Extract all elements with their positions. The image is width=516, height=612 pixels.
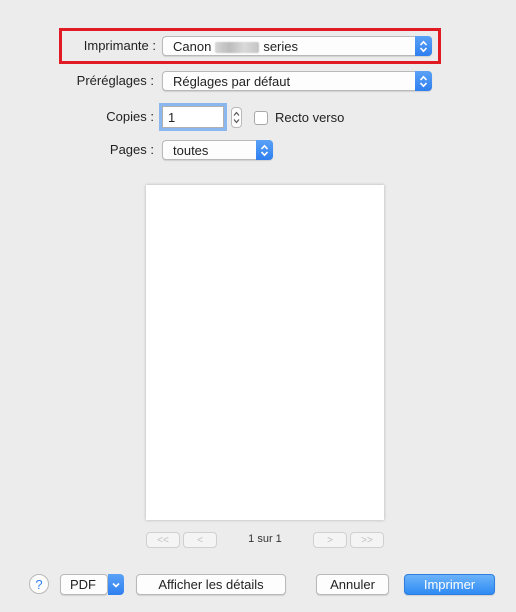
stepper-arrows-icon [233,111,240,124]
presets-select[interactable]: Réglages par défaut [162,71,432,91]
help-button[interactable]: ? [29,574,49,594]
pdf-button[interactable]: PDF [60,574,108,595]
pages-value: toutes [173,143,209,158]
help-icon: ? [35,576,43,592]
printer-select[interactable]: Canon series [162,36,432,56]
first-page-button[interactable]: << [146,532,180,548]
show-details-button[interactable]: Afficher les détails [136,574,286,595]
print-dialog: { "printer": { "label": "Imprimante :", … [0,0,516,612]
last-page-button[interactable]: >> [350,532,384,548]
preview-navigation: << < 1 sur 1 > >> [146,532,384,550]
presets-label: Préréglages : [76,73,154,88]
copies-label: Copies : [106,109,154,124]
cancel-button[interactable]: Annuler [316,574,389,595]
pages-select[interactable]: toutes [162,140,273,160]
pdf-menu-arrow-icon[interactable] [108,574,124,595]
updown-arrows-icon [415,36,432,56]
page-preview [146,185,384,520]
updown-arrows-icon [415,71,432,91]
copies-value: 1 [168,110,176,125]
previous-page-button[interactable]: < [183,532,217,548]
duplex-label[interactable]: Recto verso [275,110,344,125]
duplex-checkbox[interactable] [254,111,268,125]
pages-label: Pages : [109,142,154,157]
pdf-label: PDF [70,577,96,592]
presets-value: Réglages par défaut [173,74,291,89]
redacted-model-blur [215,42,260,54]
printer-value: Canon series [173,39,298,54]
updown-arrows-icon [256,140,273,160]
copies-stepper[interactable] [231,107,242,128]
printer-label: Imprimante : [83,38,156,53]
page-indicator: 1 sur 1 [248,533,282,545]
copies-input[interactable]: 1 [162,106,224,128]
print-button[interactable]: Imprimer [404,574,495,595]
next-page-button[interactable]: > [313,532,347,548]
